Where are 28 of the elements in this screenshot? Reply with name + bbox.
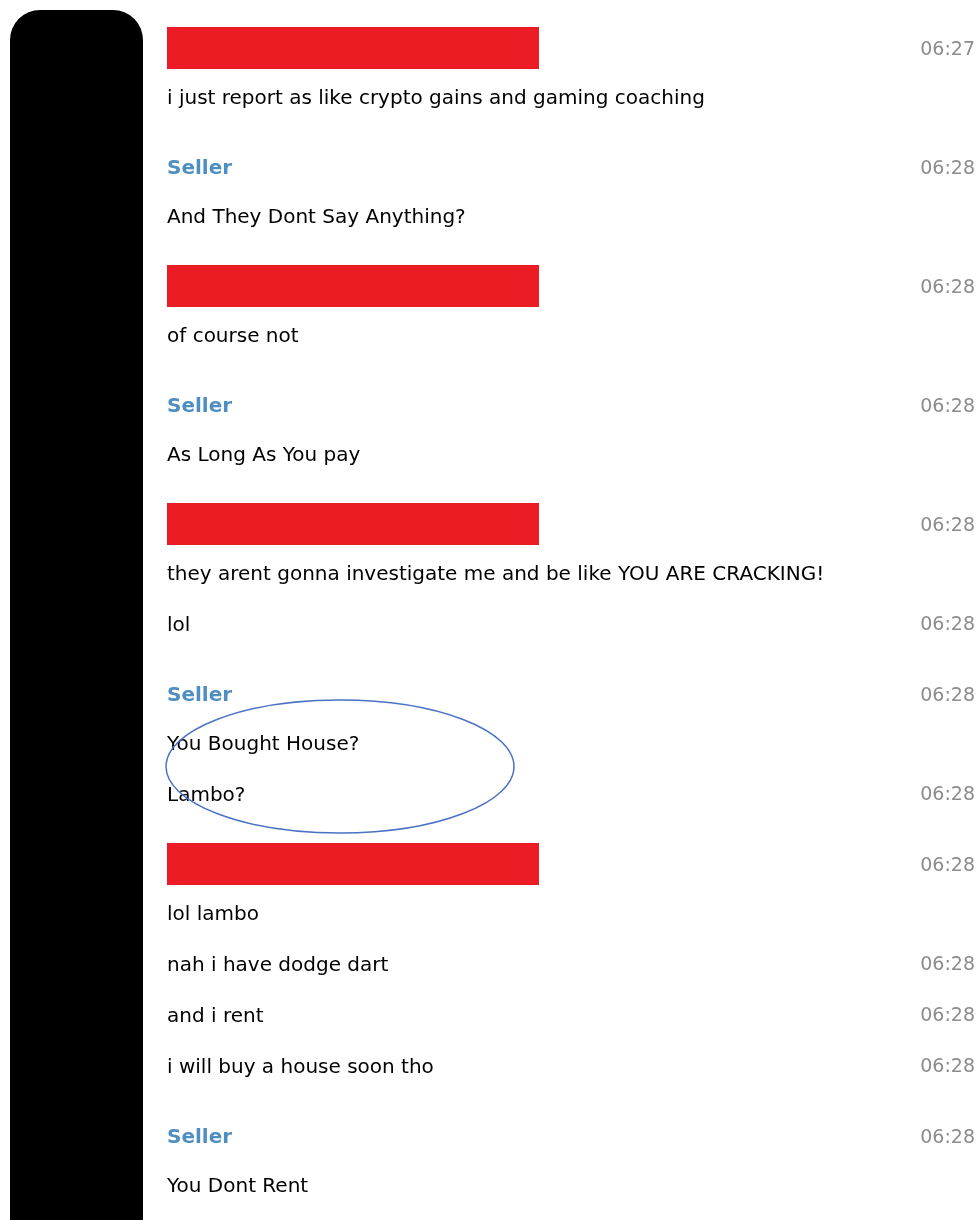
sender-name: Seller [167,1123,233,1150]
timestamp: 06:28 [920,951,975,977]
timestamp: 06:28 [920,273,975,299]
message-text: lol [167,610,191,638]
message-text: i will buy a house soon tho [167,1052,434,1080]
message-text: And They Dont Say Anything? [167,202,466,230]
message-text: and i rent [167,1001,264,1029]
sender-name: Seller [167,681,233,708]
timestamp: 06:28 [920,851,975,877]
message-text: nah i have dodge dart [167,950,389,978]
timestamp: 06:28 [920,681,975,707]
timestamp: 06:27 [920,35,975,61]
sender-name: Seller [167,392,233,419]
timestamp: 06:28 [920,392,975,418]
timestamp: 06:28 [920,1002,975,1028]
timestamp: 06:28 [920,611,975,637]
message-text: As Long As You pay [167,440,361,468]
message-text: they arent gonna investigate me and be like YOU ARE CRACKING! [167,559,825,587]
message-text: i just report as like crypto gains and gaming coaching [167,83,705,111]
message-text: You Dont Rent [167,1171,309,1199]
sender-name: Seller [167,154,233,181]
message-text: of course not [167,321,299,349]
message-text: lol lambo [167,899,259,927]
timestamp: 06:28 [920,154,975,180]
timestamp: 06:28 [920,1053,975,1079]
timestamp: 06:28 [920,781,975,807]
timestamp: 06:28 [920,1123,975,1149]
timestamp: 06:28 [920,511,975,537]
